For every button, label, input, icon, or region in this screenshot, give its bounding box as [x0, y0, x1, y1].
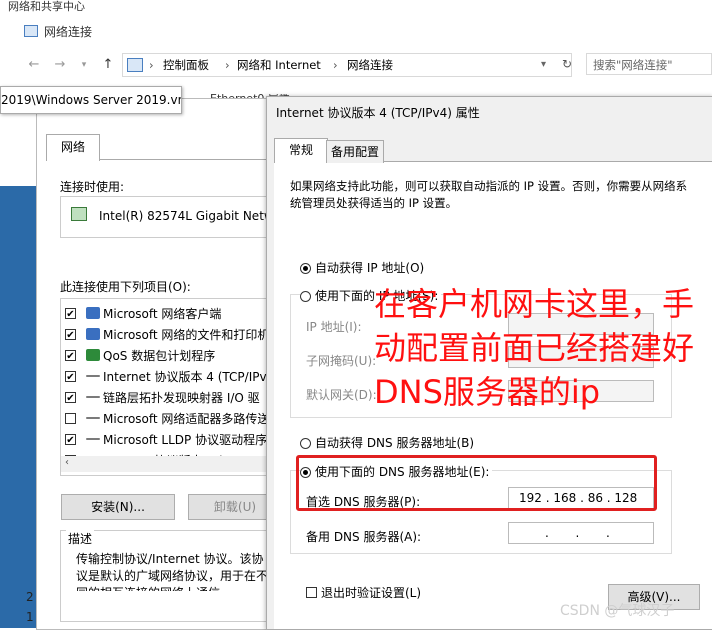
description-label: 描述 — [66, 530, 95, 547]
list-item[interactable]: ✔ Internet 协议版本 4 (TCP/IPv4 — [65, 366, 274, 386]
items-list[interactable]: ✔ Microsoft 网络客户端 ✔ Microsoft 网络的文件和打印机 ✔ Q… — [60, 298, 284, 476]
gateway-label: 默认网关(D): — [306, 388, 377, 402]
protocol-icon — [86, 396, 100, 398]
subnet-mask-label: 子网掩码(U): — [306, 354, 377, 368]
adapter-name: Intel(R) 82574L Gigabit Netwo — [99, 209, 282, 223]
auto-dns-radio[interactable]: 自动获得 DNS 服务器地址(B) — [300, 434, 474, 451]
address-bar[interactable]: › 控制面板 › 网络和 Internet › 网络连接 ▾ — [122, 53, 572, 77]
checkbox-icon[interactable]: ✔ — [65, 370, 76, 383]
vmx-tooltip: 2019\Windows Server 2019.vmx — [0, 86, 182, 114]
network-folder-icon — [24, 25, 38, 37]
breadcrumb-network-internet[interactable]: 网络和 Internet — [237, 54, 321, 76]
radio-icon[interactable] — [300, 438, 311, 449]
chevron-right-icon: › — [225, 58, 230, 72]
scroll-left-icon[interactable]: ‹ — [65, 457, 69, 468]
radio-icon[interactable] — [300, 291, 311, 302]
outer-window-title: 网络和共享中心 — [8, 0, 85, 13]
list-item[interactable]: ✔ QoS 数据包计划程序 — [65, 345, 215, 365]
list-item[interactable]: ✔ 链路层拓扑发现映射器 I/O 驱 — [65, 387, 260, 407]
list-item[interactable]: ✔ Microsoft LLDP 协议驱动程序 — [65, 429, 267, 449]
chevron-right-icon: › — [333, 58, 338, 72]
alternate-dns-label: 备用 DNS 服务器(A): — [306, 530, 422, 544]
checkbox-icon[interactable]: ✔ — [65, 349, 76, 362]
qos-icon — [86, 349, 100, 361]
network-connections-title: 网络连接 — [24, 22, 92, 42]
left-number: 1 — [26, 610, 34, 624]
connect-using-label: 连接时使用: — [60, 180, 125, 194]
alternate-dns-input[interactable]: . . . — [508, 522, 654, 544]
protocol-icon — [86, 417, 100, 419]
control-panel-icon — [127, 58, 143, 72]
checkbox-icon[interactable]: ✔ — [65, 391, 76, 404]
recent-dropdown-icon[interactable]: ▾ — [76, 57, 92, 73]
watermark: CSDN @气球汉子 — [560, 603, 675, 619]
search-input[interactable]: 搜索"网络连接" — [586, 53, 712, 75]
ip-address-label: IP 地址(I): — [306, 320, 362, 334]
checkbox-icon[interactable] — [306, 587, 317, 598]
radio-selected-icon[interactable] — [300, 263, 311, 274]
file-printer-icon — [86, 328, 100, 340]
up-arrow-icon[interactable]: ↑ — [100, 57, 116, 73]
tab-alternate-configuration[interactable]: 备用配置 — [326, 140, 384, 163]
validate-settings-checkbox[interactable]: 退出时验证设置(L) — [306, 584, 421, 601]
horizontal-scrollbar[interactable]: ‹ — [61, 456, 281, 472]
back-arrow-icon[interactable]: ← — [26, 57, 42, 73]
install-button[interactable]: 安装(N)... — [61, 494, 175, 520]
list-item[interactable]: ✔ Microsoft 网络客户端 — [65, 303, 221, 323]
protocol-icon — [86, 375, 100, 377]
items-label: 此连接使用下列项目(O): — [60, 280, 191, 294]
checkbox-icon[interactable]: ✔ — [65, 433, 76, 446]
annotation-highlight-box — [296, 455, 657, 511]
checkbox-icon[interactable] — [65, 412, 76, 424]
network-adapter-icon — [71, 207, 87, 221]
desktop-strip — [0, 186, 40, 628]
checkbox-icon[interactable]: ✔ — [65, 328, 76, 341]
protocol-icon — [86, 438, 100, 440]
adapter-field: Intel(R) 82574L Gigabit Netwo — [60, 196, 284, 238]
client-icon — [86, 307, 100, 319]
left-number: 2 — [26, 590, 34, 604]
auto-ip-radio[interactable]: 自动获得 IP 地址(O) — [300, 259, 424, 276]
ipv4-dialog-title: Internet 协议版本 4 (TCP/IPv4) 属性 — [276, 106, 480, 120]
refresh-icon[interactable]: ↻ — [556, 53, 578, 75]
breadcrumb-control-panel[interactable]: 控制面板 — [163, 54, 209, 76]
list-item[interactable]: Microsoft 网络适配器多路传送 — [65, 408, 269, 428]
forward-arrow-icon[interactable]: → — [52, 57, 68, 73]
checkbox-icon[interactable]: ✔ — [65, 307, 76, 320]
tab-network[interactable]: 网络 — [46, 134, 100, 161]
breadcrumb-network-connections[interactable]: 网络连接 — [347, 54, 393, 76]
chevron-right-icon: › — [149, 58, 154, 72]
ipv4-description: 如果网络支持此功能，则可以获取自动指派的 IP 设置。否则，你需要从网络系统管理… — [290, 179, 688, 210]
tab-general[interactable]: 常规 — [274, 138, 328, 163]
list-item[interactable]: ✔ Microsoft 网络的文件和打印机 — [65, 324, 269, 344]
description-text: 传输控制协议/Internet 协议。该协议是默认的广域网络协议，用于在不同的相… — [76, 552, 269, 591]
annotation-text: 在客户机网卡这里，手动配置前面已经搭建好DNS服务器的ip — [374, 285, 695, 411]
address-dropdown-icon[interactable]: ▾ — [541, 54, 546, 76]
